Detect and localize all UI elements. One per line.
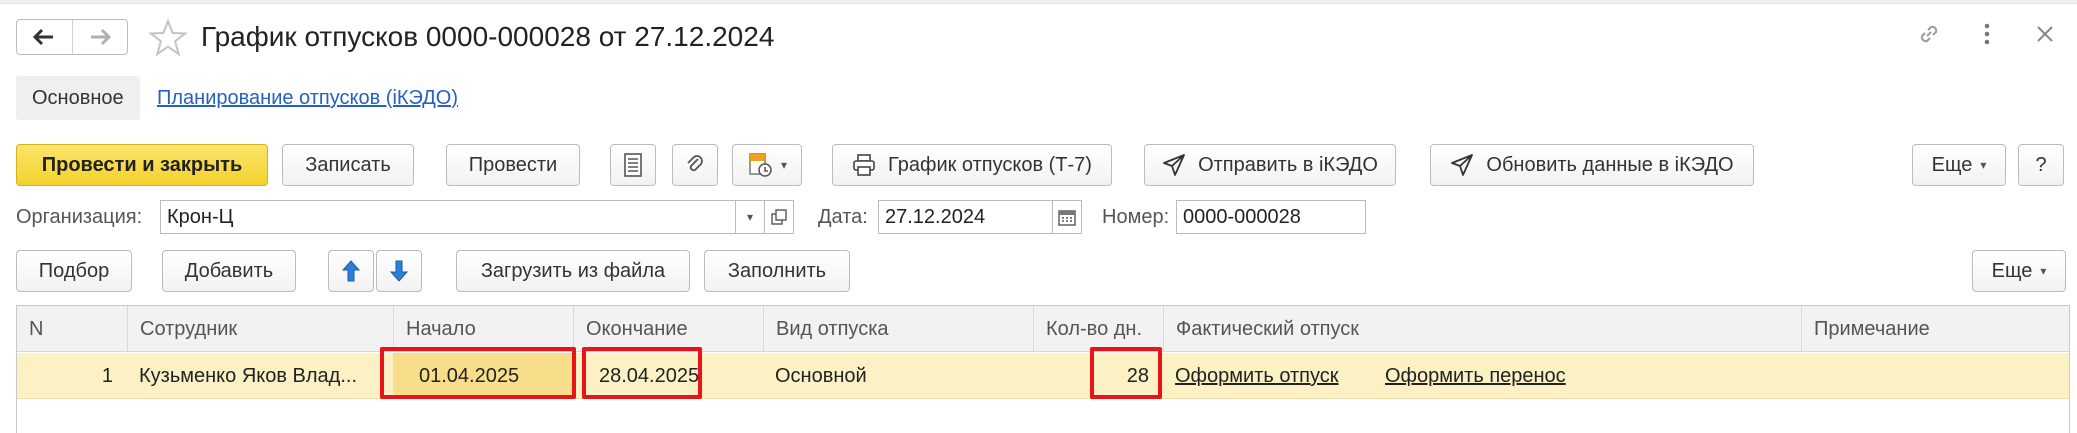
close-icon[interactable] <box>2031 20 2059 48</box>
window-controls <box>1915 20 2059 48</box>
organization-field[interactable]: Крон-Ц <box>160 200 736 234</box>
organization-dropdown-button[interactable]: ▾ <box>735 200 765 234</box>
add-row-button[interactable]: Добавить <box>162 250 296 292</box>
list-document-icon <box>624 153 642 177</box>
create-transfer-link[interactable]: Оформить перенос <box>1373 353 1613 399</box>
organization-label: Организация: <box>16 206 143 228</box>
more-vertical-icon[interactable] <box>1973 20 2001 48</box>
column-header-end[interactable]: Окончание <box>573 306 763 352</box>
arrow-up-icon <box>341 260 361 282</box>
number-field[interactable]: 0000-000028 <box>1176 200 1366 234</box>
highlight-start-date <box>380 347 576 399</box>
column-header-note[interactable]: Примечание <box>1801 306 2071 352</box>
number-label: Номер: <box>1102 206 1170 228</box>
printer-icon <box>852 154 876 176</box>
date-field[interactable]: 27.12.2024 <box>878 200 1054 234</box>
organization-open-button[interactable] <box>764 200 794 234</box>
help-button[interactable]: ? <box>2018 144 2064 186</box>
print-t7-button[interactable]: График отпусков (Т-7) <box>832 144 1112 186</box>
paperclip-icon <box>687 155 703 172</box>
open-window-icon <box>771 209 787 225</box>
print-t7-label: График отпусков (Т-7) <box>888 153 1092 176</box>
chevron-down-icon: ▾ <box>746 210 754 224</box>
highlight-days <box>1090 347 1162 399</box>
history-nav <box>16 19 128 55</box>
post-and-close-button[interactable]: Провести и закрыть <box>16 144 268 186</box>
tab-ikedo-planning[interactable]: Планирование отпусков (iКЭДО) <box>157 76 458 120</box>
load-from-file-button[interactable]: Загрузить из файла <box>456 250 690 292</box>
create-vacation-link[interactable]: Оформить отпуск <box>1163 353 1373 399</box>
column-header-n[interactable]: N <box>17 306 127 352</box>
fill-button[interactable]: Заполнить <box>704 250 850 292</box>
column-header-vacation-type[interactable]: Вид отпуска <box>763 306 1033 352</box>
select-button[interactable]: Подбор <box>16 250 132 292</box>
column-header-actual-vacation[interactable]: Фактический отпуск <box>1163 306 1801 352</box>
table-row[interactable]: 1 Кузьменко Яков Влад... 01.04.2025 28.0… <box>17 353 2069 399</box>
arrow-down-icon <box>389 260 409 282</box>
cell-vacation-type[interactable]: Основной <box>763 353 1033 399</box>
window-top-border <box>0 0 2077 4</box>
attach-file-button[interactable] <box>672 144 718 186</box>
arrow-left-icon <box>33 28 54 46</box>
back-button[interactable] <box>17 20 72 54</box>
cell-employee[interactable]: Кузьменко Яков Влад... <box>127 353 393 399</box>
post-button[interactable]: Провести <box>446 144 580 186</box>
document-list-button[interactable] <box>610 144 656 186</box>
vacation-table: N Сотрудник Начало Окончание Вид отпуска… <box>16 305 2070 433</box>
calendar-icon <box>1058 210 1076 226</box>
cell-note[interactable] <box>1801 353 2071 399</box>
table-more-button[interactable]: Еще ▾ <box>1972 250 2066 292</box>
table-more-label: Еще <box>1991 259 2033 282</box>
send-plane-icon <box>1162 153 1186 177</box>
highlight-end-date <box>582 347 702 399</box>
column-header-start[interactable]: Начало <box>393 306 573 352</box>
move-down-button[interactable] <box>376 250 422 292</box>
column-header-employee[interactable]: Сотрудник <box>127 306 393 352</box>
update-ikedo-label: Обновить данные в iКЭДО <box>1486 153 1734 176</box>
date-label: Дата: <box>818 206 868 228</box>
more-actions-button[interactable]: Еще ▾ <box>1912 144 2006 186</box>
tab-main[interactable]: Основное <box>16 76 140 120</box>
document-create-icon <box>749 153 772 177</box>
chevron-down-icon: ▾ <box>1980 158 1987 172</box>
chevron-down-icon: ▾ <box>2040 264 2047 278</box>
save-button[interactable]: Записать <box>282 144 414 186</box>
more-actions-label: Еще <box>1931 153 1973 176</box>
send-plane-icon <box>1450 153 1474 177</box>
update-ikedo-button[interactable]: Обновить данные в iКЭДО <box>1430 144 1754 186</box>
cell-n: 1 <box>101 365 113 387</box>
link-icon[interactable] <box>1915 20 1943 48</box>
forward-button[interactable] <box>71 20 128 54</box>
chevron-down-icon: ▾ <box>780 158 788 172</box>
send-ikedo-label: Отправить в iКЭДО <box>1198 153 1378 176</box>
calendar-button[interactable] <box>1052 200 1082 234</box>
favorite-star-icon[interactable] <box>148 18 188 58</box>
create-based-on-button[interactable]: ▾ <box>732 144 802 186</box>
column-header-days[interactable]: Кол-во дн. <box>1033 306 1163 352</box>
arrow-right-icon <box>90 28 111 46</box>
move-up-button[interactable] <box>328 250 374 292</box>
send-ikedo-button[interactable]: Отправить в iКЭДО <box>1144 144 1396 186</box>
document-title: График отпусков 0000-000028 от 27.12.202… <box>201 21 775 52</box>
table-header: N Сотрудник Начало Окончание Вид отпуска… <box>17 306 2069 352</box>
